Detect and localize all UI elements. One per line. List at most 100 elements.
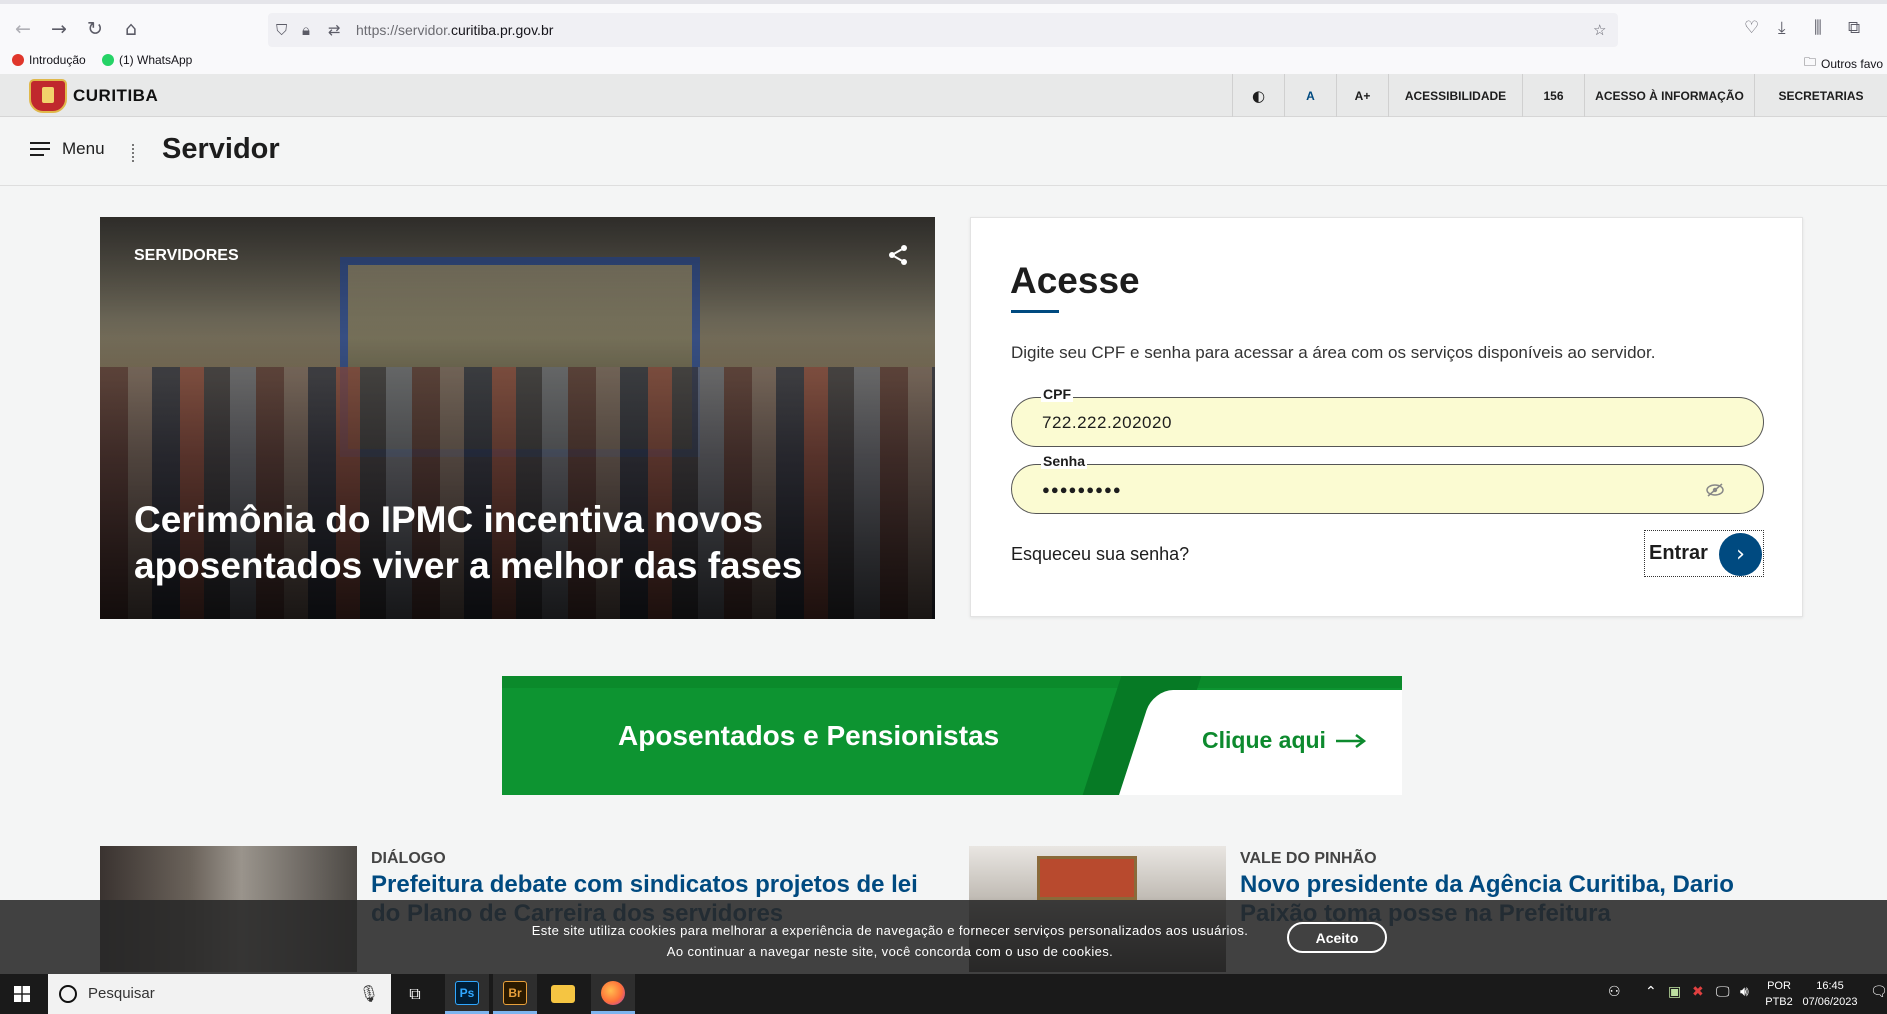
font-normal-button[interactable]: A: [1284, 74, 1336, 117]
lock-icon[interactable]: 🔒︎: [302, 21, 310, 39]
curitiba-logo[interactable]: CURITIBA: [29, 79, 158, 113]
cookie-text: Este site utiliza cookies para melhorar …: [500, 920, 1280, 962]
hero-title[interactable]: Cerimônia do IPMC incentiva novos aposen…: [134, 497, 854, 589]
url-domain: curitiba.pr.gov.br: [450, 22, 554, 38]
font-increase-button[interactable]: A+: [1336, 74, 1388, 117]
address-bar[interactable]: ⛉ 🔒︎ ⇄ https://servidor.curitiba.pr.gov.…: [268, 13, 1618, 47]
hero-news-card[interactable]: SERVIDORES Cerimônia do IPMC incentiva n…: [100, 217, 935, 619]
password-field[interactable]: ●●●●●●●●●: [1011, 464, 1764, 514]
accessibility-link[interactable]: ACESSIBILIDADE: [1388, 74, 1522, 117]
login-title: Acesse: [1010, 260, 1140, 301]
menu-label: Menu: [62, 139, 105, 158]
logo-text: CURITIBA: [73, 86, 159, 105]
title-underline: [1011, 310, 1059, 313]
home-icon[interactable]: ⌂: [120, 18, 142, 40]
hero-category[interactable]: SERVIDORES: [134, 247, 239, 265]
extensions-icon[interactable]: ⧉: [1848, 18, 1860, 38]
forward-icon[interactable]: →: [48, 18, 70, 40]
news-category[interactable]: DIÁLOGO: [371, 850, 446, 868]
contrast-toggle[interactable]: ◐: [1232, 74, 1284, 117]
cpf-value: 722.222.202020: [1042, 413, 1172, 432]
password-label: Senha: [1041, 453, 1088, 469]
app-tray-icon[interactable]: ▣: [1668, 984, 1681, 1000]
firefox-icon: [12, 54, 24, 66]
library-icon[interactable]: ⫼: [1814, 18, 1822, 38]
notifications-icon[interactable]: 🗨︎: [1870, 984, 1887, 1000]
banner-stripe: [502, 676, 1402, 688]
password-value: ●●●●●●●●●: [1042, 482, 1122, 497]
header-divider: [132, 144, 134, 162]
retirees-banner[interactable]: Aposentados e Pensionistas Clique aqui: [502, 676, 1402, 795]
cookie-line-2: Ao continuar a navegar neste site, você …: [666, 944, 1114, 959]
utility-bar: CURITIBA ◐ A A+ ACESSIBILIDADE 156 ACESS…: [0, 74, 1887, 117]
info-access-link[interactable]: ACESSO À INFORMAÇÃO: [1584, 74, 1754, 117]
cpf-label: CPF: [1041, 386, 1073, 402]
bookmark-star-icon[interactable]: ☆: [1593, 21, 1606, 39]
chevron-right-icon: ›: [1719, 533, 1762, 576]
page-title: Servidor: [162, 133, 280, 165]
menu-button[interactable]: Menu: [30, 139, 105, 159]
banner-link-label: Clique aqui: [1202, 727, 1326, 753]
photoshop-app[interactable]: Ps: [445, 974, 489, 1014]
banner-link[interactable]: Clique aqui: [1202, 727, 1366, 754]
whatsapp-icon: [102, 54, 114, 66]
other-bookmarks-label: Outros favo: [1821, 56, 1884, 71]
painting: [1037, 856, 1137, 900]
downloads-icon[interactable]: ⤓: [1778, 18, 1786, 38]
microphone-icon[interactable]: 🎙︎: [359, 984, 379, 1003]
windows-start-icon[interactable]: [14, 986, 30, 1002]
back-icon[interactable]: ←: [12, 18, 34, 40]
hamburger-icon: [30, 142, 50, 156]
bookmark-label: Introdução: [29, 53, 86, 67]
shield-icon[interactable]: ⛉: [276, 21, 287, 39]
cookie-line-1: Este site utiliza cookies para melhorar …: [531, 923, 1249, 938]
login-button[interactable]: Entrar ›: [1644, 530, 1764, 577]
banner-title: Aposentados e Pensionistas: [618, 720, 1000, 751]
url-prefix: https://servidor.: [356, 22, 451, 38]
cortana-icon: [59, 985, 77, 1003]
browser-toolbar: ← → ↻ ⌂ ⛉ 🔒︎ ⇄ https://servidor.curitiba…: [0, 0, 1887, 50]
network-icon[interactable]: 🖵: [1716, 984, 1730, 1000]
clock-date: 07/06/2023: [1802, 996, 1858, 1008]
share-icon[interactable]: [886, 243, 910, 267]
accept-cookies-button[interactable]: Aceito: [1287, 922, 1387, 953]
coat-of-arms-icon: [29, 79, 67, 113]
login-description: Digite seu CPF e senha para acessar a ár…: [1011, 343, 1656, 362]
reload-icon[interactable]: ↻: [84, 18, 106, 40]
other-bookmarks[interactable]: 🗀 Outros favo: [1804, 53, 1883, 74]
clock[interactable]: 16:45 07/06/2023: [1790, 978, 1870, 1010]
permissions-icon[interactable]: ⇄: [328, 21, 341, 39]
url-text[interactable]: https://servidor.curitiba.pr.gov.br: [356, 22, 553, 38]
folder-icon: [551, 985, 575, 1003]
departments-link[interactable]: SECRETARIAS: [1754, 74, 1887, 117]
firefox-icon: [601, 980, 625, 1005]
login-button-label: Entrar: [1649, 542, 1708, 564]
chevron-up-icon[interactable]: ⌃: [1645, 984, 1657, 1000]
task-view-icon[interactable]: ⧉: [393, 974, 437, 1014]
file-explorer-app[interactable]: [541, 974, 585, 1014]
windows-taskbar: Pesquisar 🎙︎ ⧉ Ps Br ⚇ ⌃ ▣ ✖ 🖵 🔊︎ POR PT…: [0, 974, 1887, 1014]
eye-slash-icon[interactable]: [1705, 482, 1725, 498]
arrow-right-icon: [1335, 733, 1366, 748]
volume-icon[interactable]: 🔊︎: [1740, 984, 1749, 1000]
bookmark-introducao[interactable]: Introdução: [12, 53, 86, 67]
news-category[interactable]: VALE DO PINHÃO: [1240, 850, 1377, 868]
antivirus-icon[interactable]: ✖: [1692, 984, 1704, 1000]
login-card: Acesse Digite seu CPF e senha para acess…: [970, 217, 1803, 617]
bridge-icon: Br: [503, 980, 527, 1005]
page-header: Menu Servidor: [0, 117, 1887, 186]
people-icon[interactable]: ⚇: [1608, 984, 1621, 1000]
forgot-password-link[interactable]: Esqueceu sua senha?: [1011, 544, 1189, 565]
cpf-field[interactable]: 722.222.202020: [1011, 397, 1764, 447]
photoshop-icon: Ps: [455, 980, 479, 1005]
bookmark-label: (1) WhatsApp: [119, 53, 193, 67]
cookie-banner: Este site utiliza cookies para melhorar …: [0, 900, 1887, 974]
bridge-app[interactable]: Br: [493, 974, 537, 1014]
pocket-icon[interactable]: ♡: [1744, 18, 1759, 38]
bookmark-whatsapp[interactable]: (1) WhatsApp: [102, 53, 192, 67]
firefox-app[interactable]: [591, 974, 635, 1014]
phone-156-link[interactable]: 156: [1522, 74, 1584, 117]
folder-icon: 🗀: [1804, 55, 1817, 69]
taskbar-search[interactable]: Pesquisar 🎙︎: [48, 974, 391, 1014]
clock-time: 16:45: [1816, 980, 1844, 992]
